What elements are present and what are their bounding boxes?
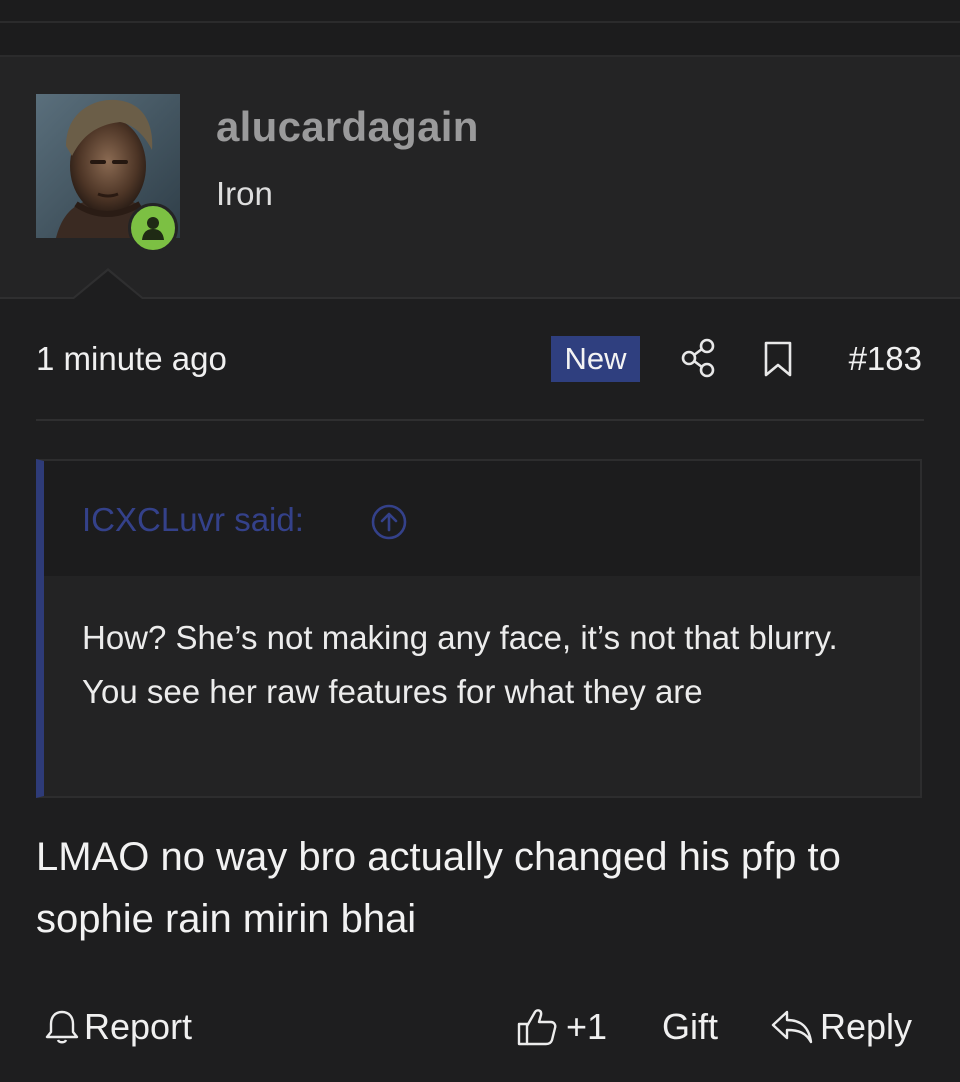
quote-text: How? She’s not making any face, it’s not…: [82, 619, 838, 710]
gift-label: Gift: [662, 1006, 719, 1047]
report-label: Report: [84, 1006, 193, 1047]
new-badge: New: [551, 336, 640, 382]
quote-block: ICXCLuvr said: How? She’s not making any…: [36, 459, 922, 798]
bookmark-icon[interactable]: [762, 340, 794, 378]
post-message: LMAO no way bro actually changed his pfp…: [36, 835, 841, 941]
reply-button[interactable]: Reply: [770, 1004, 912, 1050]
user-title: Iron: [216, 175, 273, 212]
like-count: +1: [566, 1006, 608, 1047]
like-button[interactable]: +1: [516, 1004, 607, 1050]
share-icon[interactable]: [680, 338, 716, 378]
post-number[interactable]: #183: [840, 340, 922, 378]
panel-pointer: [74, 271, 142, 299]
username[interactable]: alucardagain: [216, 103, 479, 151]
online-status-icon: [128, 203, 178, 253]
user-silhouette-icon: [142, 217, 164, 240]
top-divider: [0, 21, 960, 23]
post-timestamp[interactable]: 1 minute ago: [36, 340, 227, 378]
report-button[interactable]: Report: [44, 1004, 192, 1050]
top-bar: [0, 0, 960, 56]
reply-label: Reply: [820, 1006, 913, 1047]
thumbs-up-icon: [517, 1009, 557, 1046]
reply-arrow-icon: [771, 1010, 813, 1044]
quote-author-link[interactable]: ICXCLuvr said:: [82, 501, 304, 539]
arrow-up-circle-icon[interactable]: [370, 503, 408, 541]
header-divider: [36, 419, 924, 421]
bell-icon: [45, 1010, 79, 1044]
gift-button[interactable]: Gift: [662, 1004, 718, 1050]
